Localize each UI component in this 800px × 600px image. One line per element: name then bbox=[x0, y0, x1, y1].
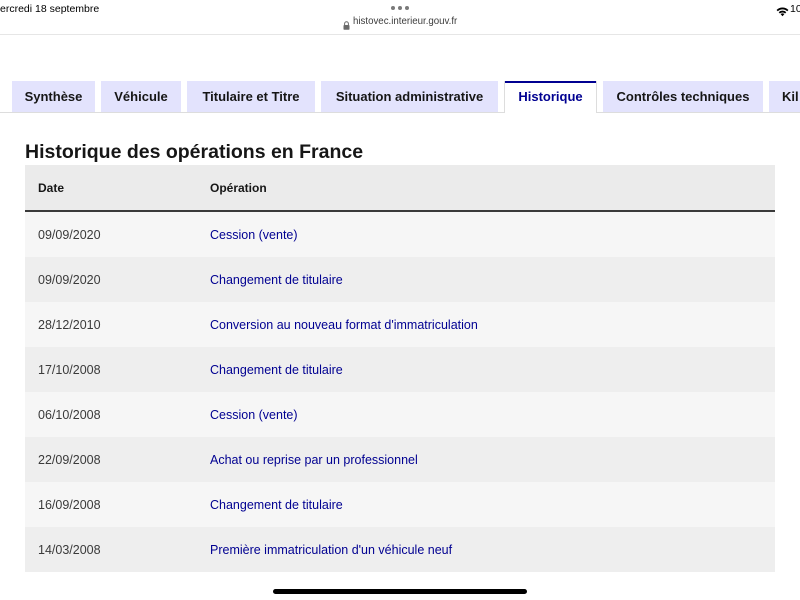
dot bbox=[398, 6, 402, 10]
operation-cell[interactable]: Changement de titulaire bbox=[210, 498, 775, 512]
lock-icon bbox=[343, 17, 350, 30]
status-bar: ercredi 18 septembre histovec.interieur.… bbox=[0, 0, 800, 35]
table-row: 17/10/2008 Changement de titulaire bbox=[25, 347, 775, 392]
dot bbox=[391, 6, 395, 10]
date-cell: 09/09/2020 bbox=[38, 272, 101, 287]
date-cell: 14/03/2008 bbox=[38, 542, 101, 557]
tab-vehicule[interactable]: Véhicule bbox=[101, 81, 181, 112]
tab-kilometrage[interactable]: Kil bbox=[769, 81, 800, 112]
date-cell: 17/10/2008 bbox=[38, 362, 101, 377]
more-dots-icon[interactable] bbox=[391, 6, 409, 10]
operation-cell[interactable]: Achat ou reprise par un professionnel bbox=[210, 453, 775, 467]
date-cell: 09/09/2020 bbox=[38, 227, 101, 242]
operation-cell[interactable]: Cession (vente) bbox=[210, 228, 775, 242]
tab-synthese[interactable]: Synthèse bbox=[12, 81, 95, 112]
table-row: 16/09/2008 Changement de titulaire bbox=[25, 482, 775, 527]
table-header: Date Opération bbox=[25, 165, 775, 212]
home-indicator[interactable] bbox=[273, 589, 527, 594]
operation-cell[interactable]: Changement de titulaire bbox=[210, 273, 775, 287]
tab-situation-administrative[interactable]: Situation administrative bbox=[321, 81, 498, 112]
history-table: Date Opération 09/09/2020 Cession (vente… bbox=[25, 165, 775, 572]
column-header-date: Date bbox=[38, 180, 65, 195]
address-bar[interactable]: histovec.interieur.gouv.fr bbox=[341, 15, 463, 30]
table-row: 09/09/2020 Changement de titulaire bbox=[25, 257, 775, 302]
table-row: 06/10/2008 Cession (vente) bbox=[25, 392, 775, 437]
tab-controles-techniques[interactable]: Contrôles techniques bbox=[603, 81, 763, 112]
tab-historique[interactable]: Historique bbox=[504, 81, 597, 113]
operation-cell[interactable]: Cession (vente) bbox=[210, 408, 775, 422]
column-header-operation: Opération bbox=[210, 180, 267, 195]
dot bbox=[405, 6, 409, 10]
tab-bar-divider bbox=[0, 112, 800, 113]
section-title: Historique des opérations en France bbox=[25, 141, 364, 163]
table-row: 28/12/2010 Conversion au nouveau format … bbox=[25, 302, 775, 347]
date-cell: 16/09/2008 bbox=[38, 497, 101, 512]
date-cell: 22/09/2008 bbox=[38, 452, 101, 467]
date-cell: 28/12/2010 bbox=[38, 317, 101, 332]
url-text: histovec.interieur.gouv.fr bbox=[353, 16, 458, 27]
operation-cell[interactable]: Changement de titulaire bbox=[210, 363, 775, 377]
operation-cell[interactable]: Conversion au nouveau format d'immatricu… bbox=[210, 318, 775, 332]
table-row: 09/09/2020 Cession (vente) bbox=[25, 212, 775, 257]
table-row: 14/03/2008 Première immatriculation d'un… bbox=[25, 527, 775, 572]
table-row: 22/09/2008 Achat ou reprise par un profe… bbox=[25, 437, 775, 482]
status-date: ercredi 18 septembre bbox=[0, 3, 100, 15]
date-cell: 06/10/2008 bbox=[38, 407, 101, 422]
operation-cell[interactable]: Première immatriculation d'un véhicule n… bbox=[210, 543, 775, 557]
wifi-icon bbox=[776, 4, 789, 17]
battery-percentage: 10 bbox=[790, 3, 800, 15]
tab-titulaire-et-titre[interactable]: Titulaire et Titre bbox=[187, 81, 315, 112]
